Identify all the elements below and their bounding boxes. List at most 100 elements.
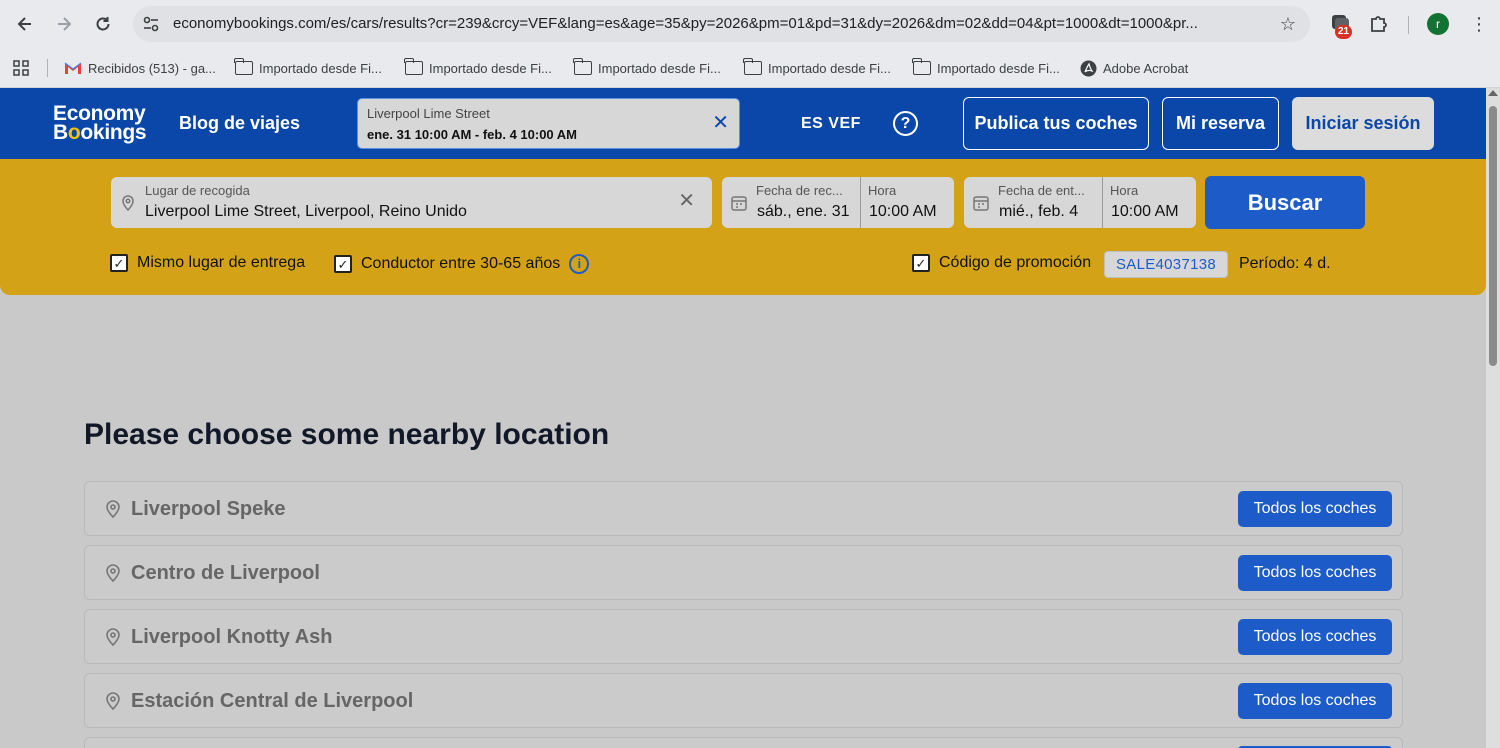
- folder-icon: [912, 58, 931, 75]
- economy-bookings-logo[interactable]: Economy Bookings: [53, 103, 147, 143]
- all-cars-button[interactable]: Todos los coches: [1238, 491, 1392, 527]
- pickup-time-label: Hora: [868, 183, 897, 198]
- return-date-label: Fecha de ent...: [998, 183, 1085, 198]
- my-booking-button[interactable]: Mi reserva: [1162, 97, 1279, 150]
- bookmark-gmail[interactable]: Recibidos (513) - ga...: [64, 57, 216, 79]
- bookmark-label: Adobe Acrobat: [1103, 60, 1189, 76]
- pickup-location-value[interactable]: Liverpool Lime Street, Liverpool, Reino …: [145, 203, 467, 221]
- browser-toolbar: economybookings.com/es/cars/results?cr=2…: [0, 0, 1500, 48]
- location-row[interactable]: Centro de Liverpool Todos los coches: [84, 545, 1403, 600]
- rental-period: Período: 4 d.: [1239, 255, 1331, 272]
- return-datetime-field[interactable]: Fecha de ent... mié., feb. 4 Hora 10:00 …: [964, 177, 1196, 228]
- extension-badge: 21: [1335, 25, 1353, 39]
- puzzle-icon[interactable]: [1368, 12, 1392, 36]
- return-time-value[interactable]: 10:00 AM: [1111, 203, 1179, 221]
- info-icon[interactable]: i: [569, 254, 590, 274]
- language-code: ES: [801, 115, 824, 132]
- bookmark-label: Importado desde Fi...: [598, 60, 721, 76]
- bookmark-folder[interactable]: Importado desde Fi...: [743, 57, 891, 79]
- bookmark-folder[interactable]: Importado desde Fi...: [234, 57, 382, 79]
- bookmark-folder[interactable]: Importado desde Fi...: [912, 57, 1060, 79]
- toolbar-separator: [1408, 16, 1409, 34]
- reload-icon[interactable]: [88, 9, 118, 39]
- pickup-date-value[interactable]: sáb., ene. 31: [757, 203, 850, 221]
- acrobat-icon: [1080, 60, 1097, 76]
- location-row[interactable]: Liverpool Speke Todos los coches: [84, 481, 1403, 536]
- return-date-value[interactable]: mié., feb. 4: [999, 203, 1078, 221]
- bookmark-folder[interactable]: Importado desde Fi...: [404, 57, 552, 79]
- bookmark-label: Recibidos (513) - ga...: [88, 60, 216, 76]
- publish-cars-button[interactable]: Publica tus coches: [963, 97, 1149, 150]
- bookmark-label: Importado desde Fi...: [259, 60, 382, 76]
- help-icon[interactable]: ?: [893, 111, 918, 136]
- bookmarks-separator: [47, 59, 48, 77]
- summary-dates: ene. 31 10:00 AM - feb. 4 10:00 AM: [367, 127, 578, 142]
- url-text[interactable]: economybookings.com/es/cars/results?cr=2…: [173, 15, 1258, 32]
- page-scrollbar[interactable]: [1486, 88, 1500, 748]
- login-button[interactable]: Iniciar sesión: [1292, 97, 1434, 150]
- folder-icon: [234, 58, 253, 75]
- folder-icon: [573, 58, 592, 75]
- site-header: Economy Bookings Blog de viajes Liverpoo…: [0, 88, 1486, 159]
- driver-age-label: Conductor entre 30-65 años: [361, 255, 561, 272]
- profile-avatar[interactable]: r: [1427, 13, 1449, 35]
- same-location-label: Mismo lugar de entrega: [137, 254, 306, 271]
- return-time-label: Hora: [1110, 183, 1139, 198]
- promo-code-input[interactable]: SALE4037138: [1104, 251, 1228, 278]
- same-location-checkbox-row[interactable]: ✓ Mismo lugar de entrega: [110, 254, 305, 272]
- promo-checkbox[interactable]: ✓: [912, 254, 930, 272]
- site-settings-icon[interactable]: [141, 14, 161, 34]
- location-pin-icon: [122, 195, 134, 212]
- bookmark-star-icon[interactable]: ☆: [1278, 14, 1298, 34]
- location-row[interactable]: Liverpool Knotty Ash Todos los coches: [84, 609, 1403, 664]
- driver-age-checkbox[interactable]: ✓: [334, 255, 352, 273]
- pickup-location-field[interactable]: Lugar de recogida Liverpool Lime Street,…: [111, 177, 712, 228]
- all-cars-button[interactable]: Todos los coches: [1238, 555, 1392, 591]
- pickup-location-label: Lugar de recogida: [145, 183, 250, 198]
- bookmark-acrobat[interactable]: Adobe Acrobat: [1080, 57, 1188, 79]
- same-location-checkbox[interactable]: ✓: [110, 254, 128, 272]
- bookmark-label: Importado desde Fi...: [768, 60, 891, 76]
- language-currency-selector[interactable]: ES VEF: [801, 115, 861, 133]
- driver-age-checkbox-row[interactable]: ✓ Conductor entre 30-65 años i: [334, 254, 590, 274]
- all-cars-button[interactable]: Todos los coches: [1238, 683, 1392, 719]
- apps-grid-icon[interactable]: [12, 57, 30, 79]
- scroll-thumb[interactable]: [1489, 106, 1497, 366]
- location-pin-icon: [106, 692, 120, 711]
- close-icon[interactable]: ✕: [712, 112, 729, 134]
- summary-location: Liverpool Lime Street: [367, 106, 490, 121]
- kebab-menu-icon[interactable]: ⋮: [1470, 12, 1488, 36]
- blog-link[interactable]: Blog de viajes: [179, 113, 300, 134]
- bookmark-label: Importado desde Fi...: [937, 60, 1060, 76]
- promo-checkbox-row[interactable]: ✓ Código de promoción: [912, 254, 1091, 272]
- clear-icon[interactable]: ✕: [678, 191, 695, 211]
- location-pin-icon: [106, 628, 120, 647]
- location-pin-icon: [106, 564, 120, 583]
- calendar-icon: [731, 196, 747, 211]
- pickup-time-value[interactable]: 10:00 AM: [869, 203, 937, 221]
- page-title: Please choose some nearby location: [84, 418, 610, 451]
- currency-code: VEF: [828, 115, 861, 132]
- gmail-icon: [64, 62, 82, 74]
- bookmarks-bar: Recibidos (513) - ga... Importado desde …: [0, 48, 1500, 88]
- search-summary[interactable]: Liverpool Lime Street ene. 31 10:00 AM -…: [357, 98, 740, 149]
- search-button[interactable]: Buscar: [1205, 176, 1365, 229]
- scroll-up-arrow[interactable]: [1488, 90, 1498, 96]
- address-bar[interactable]: economybookings.com/es/cars/results?cr=2…: [133, 6, 1310, 42]
- promo-label: Código de promoción: [939, 254, 1092, 271]
- all-cars-button[interactable]: Todos los coches: [1238, 619, 1392, 655]
- back-arrow-icon[interactable]: [10, 9, 40, 39]
- bookmark-folder[interactable]: Importado desde Fi...: [573, 57, 721, 79]
- location-row-partial[interactable]: [84, 737, 1403, 748]
- location-row[interactable]: Estación Central de Liverpool Todos los …: [84, 673, 1403, 728]
- location-name: Centro de Liverpool: [131, 562, 320, 584]
- field-divider: [1102, 177, 1103, 228]
- field-divider: [860, 177, 861, 228]
- pickup-datetime-field[interactable]: Fecha de rec... sáb., ene. 31 Hora 10:00…: [722, 177, 954, 228]
- bookmark-label: Importado desde Fi...: [429, 60, 552, 76]
- forward-arrow-icon[interactable]: [49, 9, 79, 39]
- folder-icon: [404, 58, 423, 75]
- location-pin-icon: [106, 500, 120, 519]
- location-name: Liverpool Speke: [131, 498, 286, 520]
- folder-icon: [743, 58, 762, 75]
